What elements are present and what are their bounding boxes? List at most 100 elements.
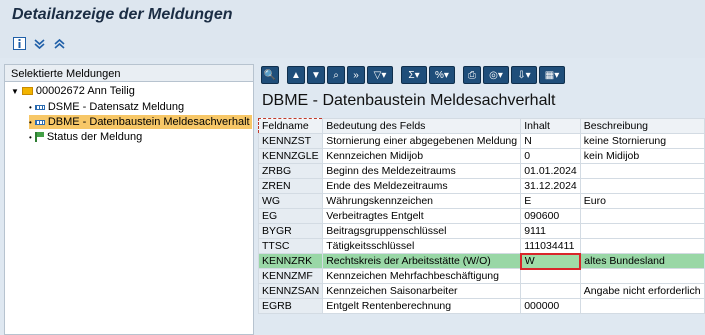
cell-inhalt: 31.12.2024	[520, 178, 581, 194]
column-header-inhalt[interactable]: Inhalt	[520, 118, 581, 134]
tree-item-label: DBME - Datenbaustein Meldesachverhalt	[47, 116, 250, 128]
cell-feldname: KENNZST	[257, 133, 324, 149]
table-row[interactable]: KENNZGLE Kennzeichen Midijob 0 kein Midijob	[257, 148, 705, 164]
cell-inhalt: N	[520, 133, 581, 149]
cell-beschreibung	[579, 268, 705, 284]
cell-feldname: KENNZSAN	[257, 283, 324, 299]
collapse-triangle-icon[interactable]: ▼	[11, 87, 19, 96]
find-icon[interactable]: ⌕	[327, 66, 345, 84]
table-row[interactable]: EGRB Entgelt Rentenberechnung 000000	[257, 298, 705, 314]
cell-bedeutung: Währungskennzeichen	[322, 193, 522, 209]
cell-beschreibung	[579, 238, 705, 254]
table-row[interactable]: KENNZST Stornierung einer abgegebenen Mel…	[257, 133, 705, 149]
cell-inhalt: 000000	[520, 298, 581, 314]
cell-feldname: KENNZGLE	[257, 148, 324, 164]
sort-descending-icon[interactable]: ▼	[307, 66, 325, 84]
table-row[interactable]: KENNZSAN Kennzeichen Saisonarbeiter Angabe…	[257, 283, 705, 299]
cell-bedeutung: Kennzeichen Midijob	[322, 148, 522, 164]
cell-inhalt	[520, 268, 581, 284]
table-row-selected[interactable]: KENNZRK Rechtskreis der Arbeitsstätte (W/…	[257, 252, 705, 270]
message-tree-panel: Selektierte Meldungen ▼ 00002672 Ann Tei…	[4, 64, 254, 335]
cell-bedeutung: Entgelt Rentenberechnung	[322, 298, 522, 314]
cell-bedeutung: Beitragsgruppenschlüssel	[322, 223, 522, 239]
page-title: Detailanzeige der Meldungen	[12, 6, 233, 23]
table-row[interactable]: WG Währungskennzeichen E Euro	[257, 193, 705, 209]
cell-feldname: EGRB	[257, 298, 324, 314]
bullet-icon: •	[29, 117, 32, 127]
cell-feldname: EG	[257, 208, 324, 224]
tree-item-dsme[interactable]: • DSME - Datensatz Meldung	[29, 100, 184, 114]
table-row[interactable]: ZREN Ende des Meldezeitraums 31.12.2024	[257, 178, 705, 194]
cell-beschreibung: Euro	[579, 193, 705, 209]
alv-toolbar: 🔍 ▲ ▼ ⌕ » ▽▾ Σ▾ %▾ ⎙ ◎▾ ⇩▾ ▦▾	[259, 64, 705, 86]
layout-icon[interactable]: ▦▾	[539, 66, 565, 84]
cell-beschreibung: keine Stornierung	[579, 133, 705, 149]
cell-beschreibung	[579, 298, 705, 314]
column-header-bedeutung[interactable]: Bedeutung des Felds	[322, 118, 522, 134]
bullet-icon: •	[29, 102, 32, 112]
collapse-all-icon[interactable]	[52, 36, 66, 50]
details-icon[interactable]: 🔍	[261, 66, 279, 84]
segment-icon	[34, 104, 45, 110]
cell-feldname: BYGR	[257, 223, 324, 239]
cell-bedeutung: Verbeitragtes Entgelt	[322, 208, 522, 224]
table-row[interactable]: BYGR Beitragsgruppenschlüssel 9111	[257, 223, 705, 239]
sort-ascending-icon[interactable]: ▲	[287, 66, 305, 84]
info-icon[interactable]	[12, 36, 26, 50]
flag-icon	[34, 132, 44, 142]
page-header: Detailanzeige der Meldungen	[0, 0, 705, 58]
find-next-icon[interactable]: »	[347, 66, 365, 84]
sum-icon[interactable]: Σ▾	[401, 66, 427, 84]
table-row[interactable]: EG Verbeitragtes Entgelt 090600	[257, 208, 705, 224]
table-row[interactable]: KENNZMF Kennzeichen Mehrfachbeschäftigung	[257, 268, 705, 284]
export-icon[interactable]: ⇩▾	[511, 66, 537, 84]
header-toolbar	[12, 36, 66, 50]
cell-bedeutung: Beginn des Meldezeitraums	[322, 163, 522, 179]
envelope-icon	[21, 87, 33, 95]
filter-icon[interactable]: ▽▾	[367, 66, 393, 84]
cell-inhalt: E	[520, 193, 581, 209]
cell-beschreibung	[579, 223, 705, 239]
cell-inhalt: 0	[520, 148, 581, 164]
tree-item-label: DSME - Datensatz Meldung	[47, 101, 185, 113]
tree-header: Selektierte Meldungen	[5, 65, 253, 82]
cell-feldname: KENNZRK	[257, 253, 324, 269]
tree-root[interactable]: ▼ 00002672 Ann Teilig	[11, 84, 135, 98]
field-table: Feldname Bedeutung des Felds Inhalt Besc…	[257, 118, 705, 314]
cell-feldname: ZRBG	[257, 163, 324, 179]
tree-item-label: Status der Meldung	[46, 131, 143, 143]
cell-inhalt: 01.01.2024	[520, 163, 581, 179]
print-icon[interactable]: ⎙	[463, 66, 481, 84]
table-header-row: Feldname Bedeutung des Felds Inhalt Besc…	[257, 118, 705, 134]
cell-beschreibung: Angabe nicht erforderlich	[579, 283, 705, 299]
view-icon[interactable]: ◎▾	[483, 66, 509, 84]
column-header-feldname[interactable]: Feldname	[257, 118, 324, 134]
cell-beschreibung	[579, 178, 705, 194]
section-title: DBME - Datenbaustein Meldesachverhalt	[262, 92, 556, 109]
cell-inhalt-focused[interactable]: W	[519, 252, 582, 270]
cell-inhalt: 090600	[520, 208, 581, 224]
cell-bedeutung: Ende des Meldezeitraums	[322, 178, 522, 194]
cell-feldname: TTSC	[257, 238, 324, 254]
table-row[interactable]: ZRBG Beginn des Meldezeitraums 01.01.2024	[257, 163, 705, 179]
cell-bedeutung: Kennzeichen Saisonarbeiter	[322, 283, 522, 299]
cell-bedeutung: Rechtskreis der Arbeitsstätte (W/O)	[322, 253, 522, 269]
tree-item-dbme[interactable]: • DBME - Datenbaustein Meldesachverhalt	[29, 115, 252, 129]
expand-all-icon[interactable]	[32, 36, 46, 50]
bullet-icon: •	[29, 132, 32, 142]
cell-feldname: KENNZMF	[257, 268, 324, 284]
column-header-beschreibung[interactable]: Beschreibung	[579, 118, 705, 134]
segment-icon	[34, 119, 45, 125]
cell-bedeutung: Tätigkeitsschlüssel	[322, 238, 522, 254]
subtotal-icon[interactable]: %▾	[429, 66, 455, 84]
cell-feldname: WG	[257, 193, 324, 209]
cell-beschreibung	[579, 163, 705, 179]
cell-inhalt: 111034411	[520, 238, 581, 254]
table-row[interactable]: TTSC Tätigkeitsschlüssel 111034411	[257, 238, 705, 254]
tree-root-label: 00002672 Ann Teilig	[35, 85, 135, 97]
cell-beschreibung	[579, 208, 705, 224]
tree-item-status[interactable]: • Status der Meldung	[29, 130, 142, 144]
cell-feldname: ZREN	[257, 178, 324, 194]
cell-inhalt	[520, 283, 581, 299]
cell-bedeutung: Kennzeichen Mehrfachbeschäftigung	[322, 268, 522, 284]
